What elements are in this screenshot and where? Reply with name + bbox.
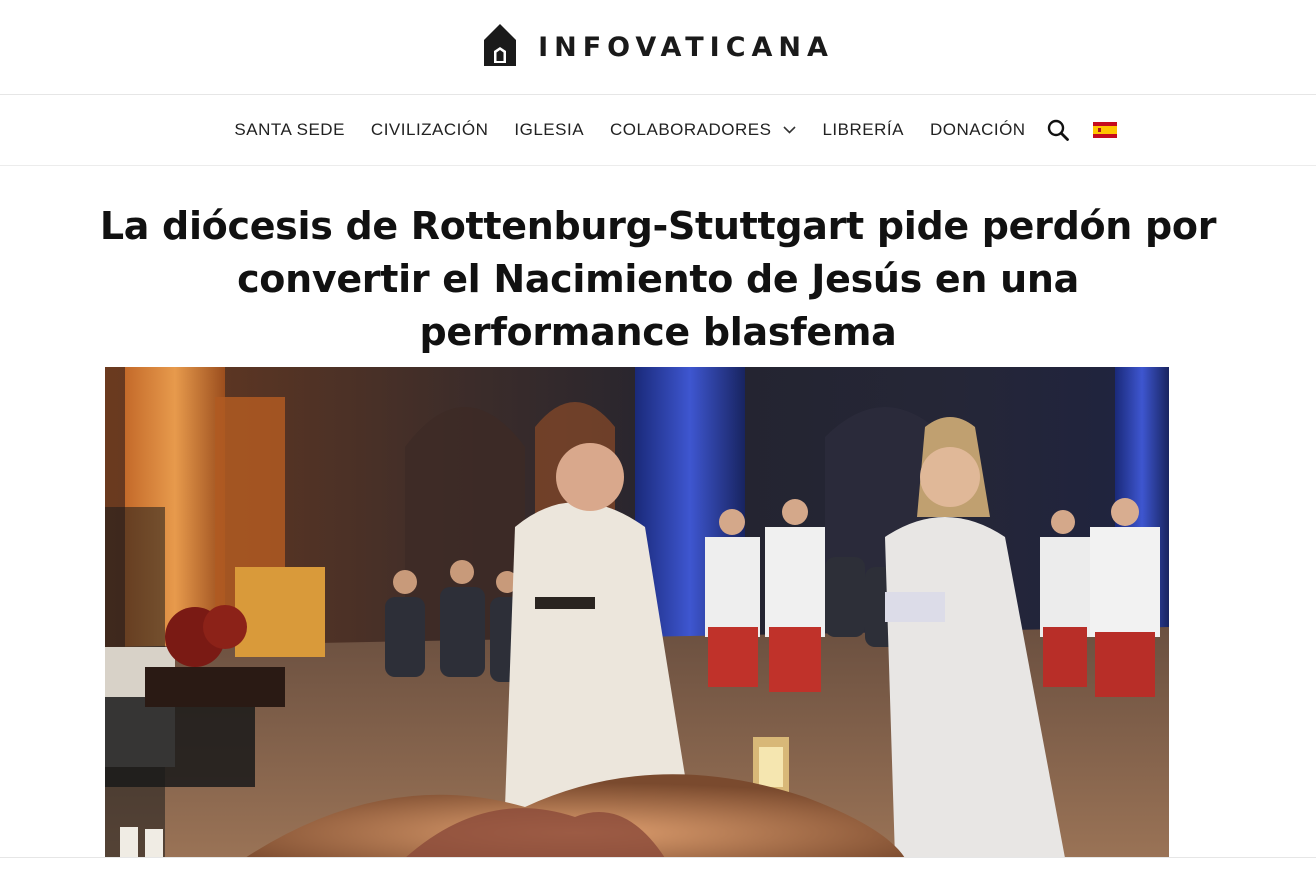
mitre-logo-icon: [482, 23, 518, 72]
article-hero-image[interactable]: [105, 367, 1169, 858]
nav-item-civilizacion[interactable]: CIVILIZACIÓN: [371, 120, 488, 140]
nav-item-santa-sede[interactable]: SANTA SEDE: [234, 120, 345, 140]
brand-name: INFOVATICANA: [538, 31, 834, 63]
main-nav: SANTA SEDE CIVILIZACIÓN IGLESIA COLABORA…: [0, 95, 1316, 166]
divider: [0, 857, 1316, 858]
nav-item-colaboradores[interactable]: COLABORADORES: [610, 120, 797, 140]
nav-item-colaboradores-label: COLABORADORES: [610, 120, 772, 139]
site-header: INFOVATICANA: [0, 0, 1316, 95]
site-logo[interactable]: INFOVATICANA: [482, 23, 834, 72]
spain-flag-icon[interactable]: [1092, 122, 1117, 138]
nav-item-donacion[interactable]: DONACIÓN: [930, 120, 1026, 140]
article-title: La diócesis de Rottenburg-Stuttgart pide…: [99, 204, 1217, 354]
nav-item-iglesia[interactable]: IGLESIA: [514, 120, 584, 140]
chevron-down-icon[interactable]: [783, 126, 797, 134]
nav-item-libreria[interactable]: LIBRERÍA: [822, 120, 903, 140]
search-icon[interactable]: [1047, 119, 1069, 141]
